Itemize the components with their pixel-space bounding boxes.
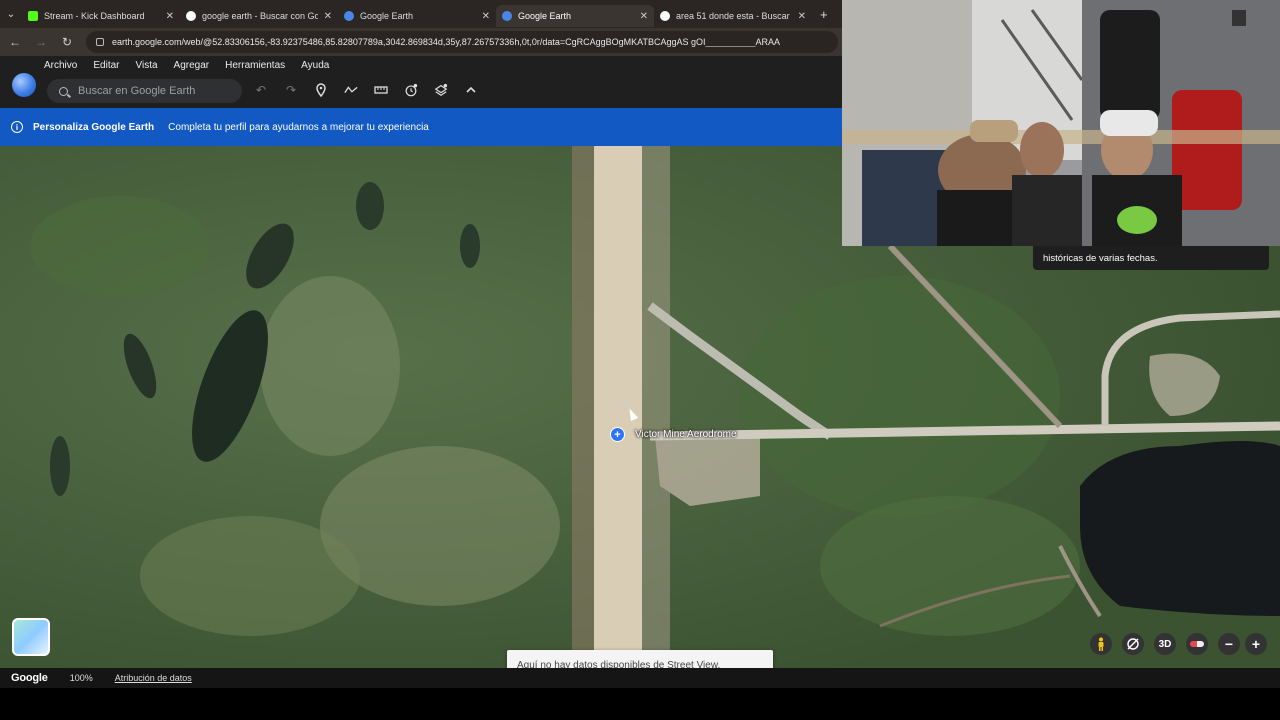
search-input[interactable]: Buscar en Google Earth (47, 79, 242, 103)
earth-favicon-icon (502, 11, 512, 21)
tab-google-earth[interactable]: Google Earth ✕ (338, 5, 496, 27)
banner-text: Completa tu perfil para ayudarnos a mejo… (168, 121, 429, 133)
tab-google-earth-active[interactable]: Google Earth ✕ (496, 5, 654, 27)
tab-kick-dashboard[interactable]: Stream - Kick Dashboard ✕ (22, 5, 180, 27)
close-icon[interactable]: ✕ (640, 11, 648, 22)
menu-editar[interactable]: Editar (93, 60, 119, 71)
compass-icon[interactable] (1186, 633, 1208, 655)
tab-area51-search[interactable]: area 51 donde esta - Buscar co ✕ (654, 5, 812, 27)
toggle-3d-button[interactable]: 3D (1154, 633, 1176, 655)
forward-arrow-icon[interactable]: → (34, 35, 48, 49)
menu-bar: Archivo Editar Vista Agregar Herramienta… (44, 60, 329, 71)
street-view-pegman-icon[interactable] (1090, 633, 1112, 655)
close-icon[interactable]: ✕ (324, 11, 332, 22)
url-text: earth.google.com/web/@52.83306156,-83.92… (112, 37, 781, 47)
back-arrow-icon[interactable]: ← (8, 35, 22, 49)
place-marker-icon[interactable]: + (610, 427, 625, 442)
google-earth-logo-icon[interactable] (12, 73, 36, 97)
menu-herramientas[interactable]: Herramientas (225, 60, 285, 71)
undo-icon[interactable]: ↶ (254, 82, 268, 98)
earth-favicon-icon (344, 11, 354, 21)
webcam-overlay (842, 0, 1280, 246)
historical-imagery-icon[interactable] (404, 82, 418, 98)
map-style-thumbnail[interactable] (12, 618, 50, 656)
menu-ayuda[interactable]: Ayuda (301, 60, 329, 71)
tab-search-chevron-icon[interactable]: ⌄ (0, 0, 22, 28)
browser-tab-bar: ⌄ Stream - Kick Dashboard ✕ google earth… (0, 0, 842, 28)
info-icon: i (11, 121, 23, 133)
zoom-in-icon[interactable]: + (1245, 633, 1267, 655)
zoom-out-icon[interactable]: − (1218, 633, 1240, 655)
search-icon (59, 86, 68, 96)
tab-title: Google Earth (360, 11, 414, 21)
tab-title: area 51 donde esta - Buscar co (676, 11, 792, 21)
close-icon[interactable]: ✕ (166, 11, 174, 22)
compass-needle (1190, 641, 1204, 647)
address-bar-row: ← → ↻ earth.google.com/web/@52.83306156,… (0, 28, 842, 56)
tab-title: Google Earth (518, 11, 572, 21)
close-icon[interactable]: ✕ (798, 11, 806, 22)
kick-favicon-icon (28, 11, 38, 21)
collapse-chevron-up-icon[interactable] (464, 82, 478, 98)
google-logo: Google (11, 672, 48, 684)
search-placeholder: Buscar en Google Earth (78, 85, 196, 97)
measure-ruler-icon[interactable] (374, 82, 388, 98)
reload-icon[interactable]: ↻ (60, 35, 74, 49)
draw-path-icon[interactable] (344, 82, 358, 98)
tab-title: google earth - Buscar con Goo (202, 11, 318, 21)
status-bar: Google 100% Atribución de datos (0, 668, 1280, 688)
menu-vista[interactable]: Vista (135, 60, 157, 71)
site-info-icon[interactable] (96, 38, 104, 46)
new-tab-plus-icon[interactable]: + (820, 7, 828, 22)
google-favicon-icon (186, 11, 196, 21)
redo-icon[interactable]: ↷ (284, 82, 298, 98)
zoom-level: 100% (69, 673, 93, 683)
reset-tilt-icon[interactable] (1122, 633, 1144, 655)
menu-archivo[interactable]: Archivo (44, 60, 77, 71)
banner-title: Personaliza Google Earth (33, 121, 155, 133)
google-favicon-icon (660, 11, 670, 21)
add-placemark-icon[interactable] (314, 82, 328, 98)
close-icon[interactable]: ✕ (482, 11, 490, 22)
map-layers-icon[interactable] (434, 82, 448, 98)
screen: { "browser": { "tabs": [ {"title": "Stre… (0, 0, 1280, 720)
tab-title: Stream - Kick Dashboard (44, 11, 145, 21)
tab-google-search-earth[interactable]: google earth - Buscar con Goo ✕ (180, 5, 338, 27)
personalize-banner[interactable]: i Personaliza Google Earth Completa tu p… (0, 108, 842, 146)
place-label[interactable]: Victor Mine Aerodrome (635, 429, 737, 440)
webcam-feed-image (842, 0, 1280, 246)
url-field[interactable]: earth.google.com/web/@52.83306156,-83.92… (86, 31, 838, 53)
data-attribution-link[interactable]: Atribución de datos (115, 673, 192, 683)
menu-agregar[interactable]: Agregar (174, 60, 210, 71)
toolbar: ↶ ↷ (254, 82, 478, 98)
historical-imagery-tooltip: históricas de varias fechas. (1033, 246, 1269, 270)
